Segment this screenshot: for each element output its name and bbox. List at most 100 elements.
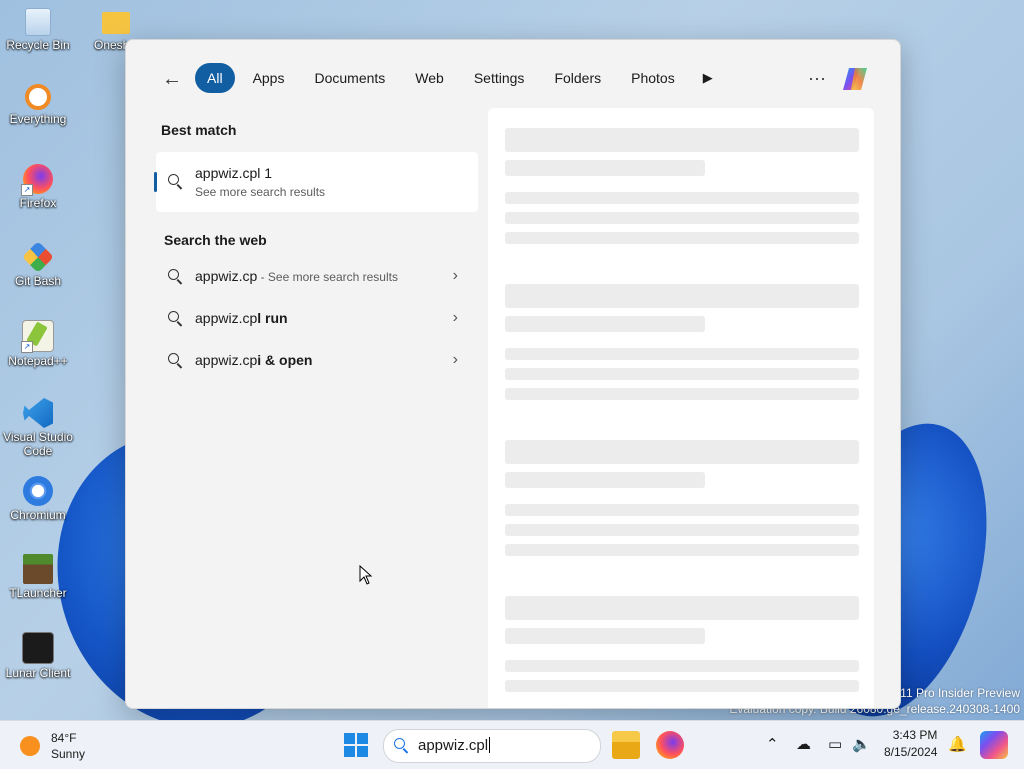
desktop-icon-tlauncher[interactable]: TLauncher <box>0 554 76 600</box>
recycle-bin-icon <box>25 8 51 36</box>
search-input[interactable]: appwiz.cpl <box>418 737 490 754</box>
loading-placeholder <box>505 368 859 380</box>
desktop-icon-lunar-client[interactable]: Lunar Client <box>0 632 76 680</box>
taskbar-search-box[interactable]: appwiz.cpl <box>383 729 601 763</box>
show-hidden-icons-chevron-up-icon[interactable]: ⌃ <box>766 735 779 753</box>
desktop-icon-label: Lunar Client <box>5 666 71 680</box>
web-result[interactable]: appwiz.cp - See more search results › <box>156 256 478 298</box>
notification-bell-icon[interactable]: 🔔 <box>948 735 967 753</box>
loading-placeholder <box>505 596 859 620</box>
folder-icon <box>102 12 130 34</box>
desktop-icon-label: TLauncher <box>9 586 67 600</box>
vscode-icon <box>23 398 53 428</box>
weather-temperature: 84°F <box>51 731 77 745</box>
best-match-subtitle: See more search results <box>195 185 326 199</box>
search-icon <box>168 269 182 283</box>
notepad-plus-plus-icon: ↗ <box>21 320 54 353</box>
chevron-right-icon: › <box>452 351 458 368</box>
filter-web[interactable]: Web <box>403 63 456 93</box>
desktop-icon-label: Git Bash <box>14 274 62 288</box>
web-result[interactable]: appwiz.cpl run › <box>156 298 478 340</box>
weather-condition: Sunny <box>51 747 86 761</box>
onedrive-offline-cloud-icon[interactable]: ☁ <box>796 735 811 753</box>
clock-time: 3:43 PM <box>892 728 938 742</box>
copilot-icon[interactable] <box>840 64 870 94</box>
loading-placeholder <box>505 284 859 308</box>
clock-date: 8/15/2024 <box>884 745 938 759</box>
firefox-icon: ↗ <box>21 164 53 196</box>
loading-placeholder <box>505 440 859 464</box>
shortcut-arrow-icon: ↗ <box>21 341 33 353</box>
copilot-taskbar-icon[interactable] <box>980 731 1008 759</box>
filter-folders[interactable]: Folders <box>542 63 613 93</box>
loading-placeholder <box>505 192 859 204</box>
tlauncher-icon <box>23 554 53 584</box>
desktop-icon-everything[interactable]: Everything <box>0 84 76 126</box>
chevron-right-icon: › <box>452 267 458 284</box>
loading-placeholder <box>505 232 859 244</box>
web-result-prefix: appwiz.cp <box>195 352 258 368</box>
volume-speaker-icon[interactable]: 🔈 <box>852 735 871 753</box>
desktop-icon-label: Visual Studio Code <box>3 430 73 458</box>
mouse-cursor-icon <box>359 565 373 585</box>
more-filters-play-icon[interactable]: ▶ <box>693 63 723 93</box>
results-column: Best match appwiz.cpl 1 See more search … <box>154 110 478 382</box>
web-result[interactable]: appwiz.cpi & open › <box>156 340 478 382</box>
taskbar: 84°F Sunny appwiz.cpl ⌃ ☁ ▭ 🔈 3:43 PM 8/… <box>0 720 1024 769</box>
loading-placeholder <box>505 680 859 692</box>
loading-placeholder <box>505 472 705 488</box>
more-options-icon[interactable]: ··· <box>802 64 832 94</box>
loading-placeholder <box>505 212 859 224</box>
lunar-client-icon <box>22 632 54 664</box>
filter-documents[interactable]: Documents <box>302 63 397 93</box>
file-explorer-icon[interactable] <box>612 731 640 759</box>
web-result-suffix: i & open <box>257 352 313 368</box>
desktop-icon-firefox[interactable]: ↗ Firefox <box>0 164 76 210</box>
filter-all[interactable]: All <box>195 63 235 93</box>
desktop-icon-chromium[interactable]: Chromium <box>0 476 76 522</box>
back-arrow-icon[interactable]: ← <box>160 68 184 92</box>
best-match-heading: Best match <box>161 122 237 138</box>
desktop-icon-git-bash[interactable]: Git Bash <box>0 241 76 288</box>
web-result-prefix: appwiz.cp <box>195 310 258 326</box>
search-icon <box>394 738 408 752</box>
web-result-suffix: l run <box>257 310 288 326</box>
loading-placeholder <box>505 388 859 400</box>
loading-placeholder <box>505 544 859 556</box>
best-match-title: appwiz.cpl 1 <box>195 165 273 181</box>
filter-apps[interactable]: Apps <box>241 63 297 93</box>
web-result-note: - See more search results <box>257 270 398 284</box>
everything-icon <box>25 84 51 110</box>
desktop-icon-label: Chromium <box>10 508 66 522</box>
search-web-heading: Search the web <box>164 232 267 248</box>
filter-settings[interactable]: Settings <box>462 63 537 93</box>
chromium-icon <box>23 476 53 506</box>
best-match-result[interactable]: appwiz.cpl 1 See more search results <box>154 152 478 212</box>
git-bash-icon <box>22 241 54 273</box>
loading-placeholder <box>505 348 859 360</box>
loading-placeholder <box>505 128 859 152</box>
search-icon <box>168 311 182 325</box>
chevron-right-icon: › <box>452 309 458 326</box>
search-icon <box>168 174 182 188</box>
search-icon <box>168 353 182 367</box>
loading-placeholder <box>505 628 705 644</box>
start-button-windows-icon[interactable] <box>344 733 368 757</box>
desktop-icon-notepad-plus-plus[interactable]: ↗ Notepad++ <box>0 320 76 368</box>
loading-placeholder <box>505 660 859 672</box>
loading-placeholder <box>505 316 705 332</box>
sun-icon <box>20 736 40 756</box>
system-clock[interactable]: 3:43 PM 8/15/2024 <box>884 727 937 761</box>
web-result-prefix: appwiz.cp <box>195 268 258 284</box>
firefox-taskbar-icon[interactable] <box>656 731 684 759</box>
watermark-line1: 11 Pro Insider Preview <box>900 686 1020 700</box>
filter-photos[interactable]: Photos <box>619 63 687 93</box>
desktop-icon-recycle-bin[interactable]: Recycle Bin <box>0 8 76 52</box>
shortcut-arrow-icon: ↗ <box>21 184 33 196</box>
desktop-icon-vscode[interactable]: Visual Studio Code <box>0 398 76 458</box>
desktop-icon-label: Firefox <box>19 196 57 210</box>
network-display-icon[interactable]: ▭ <box>828 735 842 753</box>
loading-placeholder <box>505 504 859 516</box>
selection-indicator <box>154 172 157 192</box>
loading-placeholder <box>505 160 705 176</box>
